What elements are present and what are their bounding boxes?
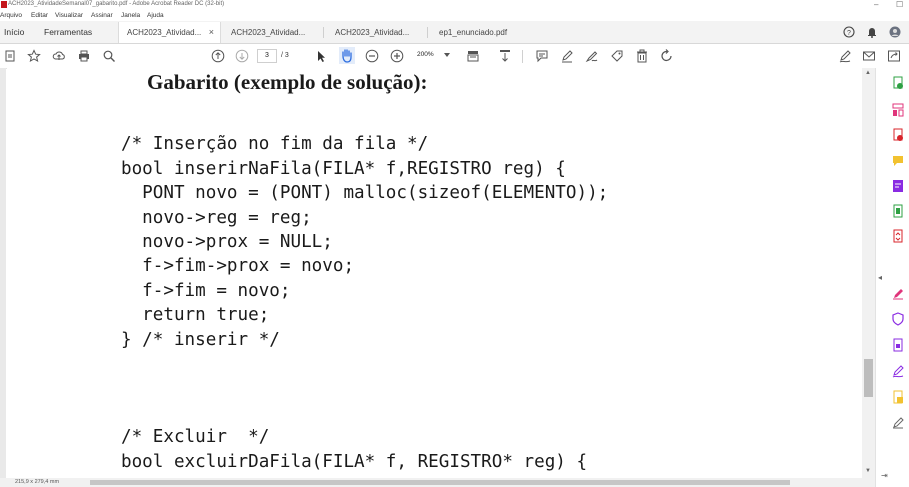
toolbar: 3 / 3 200% [0, 44, 909, 69]
vertical-scrollbar[interactable]: ▲ ▼ [862, 68, 875, 478]
close-icon[interactable]: × [209, 27, 214, 37]
print-icon[interactable] [77, 49, 91, 63]
comment-tool-icon[interactable] [892, 154, 904, 168]
cloud-upload-icon[interactable] [52, 49, 66, 63]
search-icon[interactable] [102, 49, 116, 63]
document-tab[interactable]: ACH2023_Atividad... [223, 22, 323, 43]
code-line: novo->reg = reg; [121, 208, 312, 228]
left-panel-gutter [0, 68, 6, 478]
select-cursor-icon[interactable] [314, 49, 328, 63]
minimize-button[interactable]: – [874, 0, 878, 9]
code-line: } /* inserir */ [121, 330, 280, 350]
toolbar-separator [522, 50, 523, 63]
trash-icon[interactable] [635, 49, 649, 63]
window-title: ACH2023_AtividadeSemanal07_gabarito.pdf … [8, 1, 225, 7]
code-line: PONT novo = (PONT) malloc(sizeof(ELEMENT… [121, 183, 609, 203]
code-line: /* Inserção no fim da fila */ [121, 134, 429, 154]
document-tab-label: ACH2023_Atividad... [127, 28, 202, 37]
code-line: f->fim->prox = novo; [121, 256, 355, 276]
scroll-up-arrow-icon[interactable]: ▲ [865, 70, 871, 76]
vertical-scroll-thumb[interactable] [864, 359, 873, 397]
code-line: novo->prox = NULL; [121, 232, 333, 252]
maximize-button[interactable]: ☐ [896, 0, 903, 9]
document-page: Gabarito (exemplo de solução): /* Inserç… [7, 68, 862, 478]
share-link-icon[interactable] [887, 49, 901, 63]
code-line: return true; [121, 305, 270, 325]
document-tab[interactable]: ACH2023_Atividad... × [118, 22, 221, 43]
help-icon[interactable]: ? [843, 26, 855, 38]
code-line: bool inserirNaFila(FILA* f,REGISTRO reg)… [121, 159, 566, 179]
right-tools-panel: ◂ ⇥ [875, 68, 909, 487]
page-size-label: 215,9 x 279,4 mm [15, 479, 60, 485]
page-total: / 3 [281, 52, 289, 59]
tab-separator [323, 27, 324, 38]
scroll-down-arrow-icon[interactable]: ▼ [865, 468, 871, 474]
expand-panel-icon[interactable]: ⇥ [881, 471, 888, 480]
collapse-panel-icon[interactable]: ◂ [878, 273, 882, 282]
fill-sign-tool-icon[interactable] [892, 286, 904, 300]
tab-home[interactable]: Início [4, 27, 24, 37]
code-line: bool excluirDaFila(FILA* f, REGISTRO* re… [121, 452, 588, 472]
tab-bar: Início Ferramentas ACH2023_Atividad... ×… [0, 21, 909, 44]
stamp-tool-icon[interactable] [892, 390, 904, 404]
page-heading: Gabarito (exemplo de solução): [147, 70, 428, 94]
export-tool-icon[interactable] [892, 204, 904, 218]
zoom-value: 200% [417, 51, 434, 58]
menu-item-ajuda[interactable]: Ajuda [147, 12, 164, 19]
menu-item-janela[interactable]: Janela [121, 12, 140, 19]
hand-tool-icon[interactable] [339, 47, 355, 64]
svg-text:?: ? [847, 30, 851, 37]
edit-pdf-tool-icon[interactable] [892, 179, 904, 193]
draw-icon[interactable] [585, 49, 599, 63]
zoom-select[interactable]: 200% [413, 49, 453, 61]
menu-bar: Arquivo Editar Visualizar Assinar Janela… [0, 10, 909, 21]
create-pdf-icon[interactable] [3, 49, 17, 63]
export-pdf-icon[interactable] [892, 76, 904, 90]
document-tab-label: ep1_enunciado.pdf [439, 28, 508, 37]
tab-tools[interactable]: Ferramentas [44, 27, 92, 37]
sign-pen-icon[interactable] [838, 49, 852, 63]
compress-tool-icon[interactable] [892, 229, 904, 243]
document-tab-label: ACH2023_Atividad... [335, 28, 410, 37]
page-view-icon[interactable] [466, 49, 480, 63]
zoom-out-icon[interactable] [365, 49, 379, 63]
previous-page-icon[interactable] [211, 49, 225, 63]
zoom-in-icon[interactable] [390, 49, 404, 63]
acrobat-app-icon [1, 1, 7, 8]
fill-sign-icon[interactable] [610, 49, 624, 63]
horizontal-scroll-thumb[interactable] [90, 480, 790, 485]
document-tab[interactable]: ACH2023_Atividad... [327, 22, 427, 43]
star-icon[interactable] [27, 49, 41, 63]
protect-tool-icon[interactable] [892, 312, 904, 326]
menu-item-assinar[interactable]: Assinar [91, 12, 113, 19]
code-line: f->fim = novo; [121, 281, 291, 301]
menu-item-visualizar[interactable]: Visualizar [55, 12, 83, 19]
comment-icon[interactable] [535, 49, 549, 63]
code-line: /* Excluir */ [121, 427, 270, 447]
menu-item-arquivo[interactable]: Arquivo [0, 12, 22, 19]
chevron-down-icon [444, 53, 450, 57]
title-bar: ACH2023_AtividadeSemanal07_gabarito.pdf … [0, 0, 909, 10]
undo-icon[interactable] [660, 49, 674, 63]
form-tool-icon[interactable] [892, 338, 904, 352]
bell-icon[interactable] [866, 26, 878, 38]
next-page-icon[interactable] [235, 49, 249, 63]
more-tools-icon[interactable] [892, 415, 904, 429]
horizontal-scrollbar[interactable]: 215,9 x 279,4 mm [0, 478, 875, 487]
page-number-input[interactable]: 3 [257, 49, 277, 63]
tab-separator [427, 27, 428, 38]
document-tab[interactable]: ep1_enunciado.pdf [431, 22, 531, 43]
request-signature-icon[interactable] [892, 364, 904, 378]
menu-item-editar[interactable]: Editar [31, 12, 48, 19]
scroll-mode-icon[interactable] [498, 49, 512, 63]
account-icon[interactable] [889, 26, 901, 38]
create-pdf-tool-icon[interactable] [892, 128, 904, 142]
organize-pages-icon[interactable] [892, 103, 904, 117]
highlight-pen-icon[interactable] [560, 49, 574, 63]
mail-icon[interactable] [862, 49, 876, 63]
document-tab-label: ACH2023_Atividad... [231, 28, 306, 37]
